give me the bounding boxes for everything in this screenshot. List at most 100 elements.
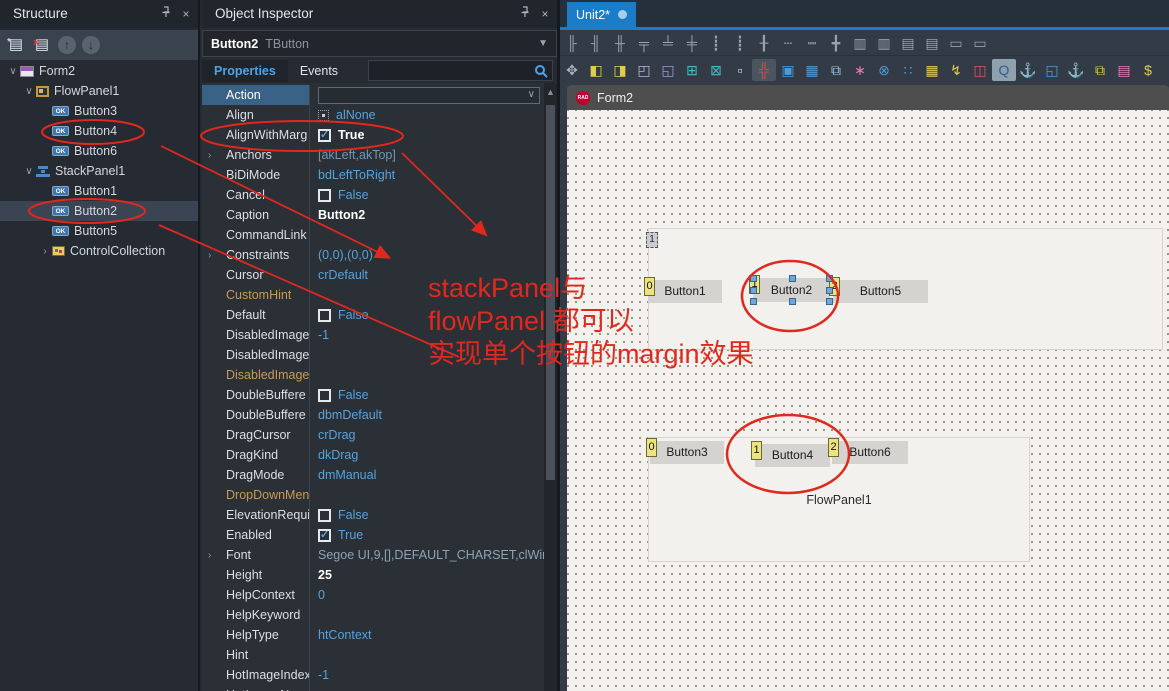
selection-handle[interactable] xyxy=(789,298,796,305)
property-row-doublebuffere[interactable]: DoubleBuffereFalse xyxy=(202,385,544,405)
property-name-cell[interactable]: BiDiMode xyxy=(202,165,310,185)
property-name-cell[interactable]: HotImageIndex xyxy=(202,665,310,685)
property-value-cell[interactable]: alNone xyxy=(310,105,544,125)
property-value-cell[interactable]: (0,0),(0,0) xyxy=(310,245,544,265)
property-name-cell[interactable]: Hint xyxy=(202,645,310,665)
property-row-elevationrequi[interactable]: ElevationRequiFalse xyxy=(202,505,544,525)
property-row-caption[interactable]: CaptionButton2 xyxy=(202,205,544,225)
guidelines-icon[interactable]: ∷ xyxy=(896,59,920,81)
inspector-scrollbar[interactable]: ▲ xyxy=(544,83,557,691)
quick-anchor-icon[interactable]: Q xyxy=(992,59,1016,81)
instance-selector[interactable]: Button2 TButton ▼ xyxy=(202,30,557,57)
property-value-cell[interactable]: Segoe UI,9,[],DEFAULT_CHARSET,clWindow xyxy=(310,545,544,565)
property-row-dragcursor[interactable]: DragCursorcrDrag xyxy=(202,425,544,445)
sidebar-item-controlcollection[interactable]: ›ControlCollection xyxy=(0,241,198,261)
make-same-width-icon[interactable]: ▥ xyxy=(848,32,872,54)
property-name-cell[interactable]: DragKind xyxy=(202,445,310,465)
sidebar-item-button1[interactable]: OKButton1 xyxy=(0,181,198,201)
sidebar-item-button4[interactable]: OKButton4 xyxy=(0,121,198,141)
property-name-cell[interactable]: DropDownMen xyxy=(202,485,310,505)
property-row-helpcontext[interactable]: HelpContext0 xyxy=(202,585,544,605)
flower-icon[interactable]: ∗ xyxy=(848,59,872,81)
checkbox-unchecked[interactable] xyxy=(318,189,331,202)
property-name-cell[interactable]: Align xyxy=(202,105,310,125)
property-row-align[interactable]: AlignalNone xyxy=(202,105,544,125)
property-row-hint[interactable]: Hint xyxy=(202,645,544,665)
add-item-button[interactable]: ▤* xyxy=(6,35,26,55)
property-row-font[interactable]: ›FontSegoe UI,9,[],DEFAULT_CHARSET,clWin… xyxy=(202,545,544,565)
grid-options-icon[interactable]: ▦ xyxy=(920,59,944,81)
make-same-height-alt-icon[interactable]: ▤ xyxy=(920,32,944,54)
align-horizontal-centers-icon[interactable]: ╪ xyxy=(680,32,704,54)
property-value-cell[interactable]: 25 xyxy=(310,565,544,585)
property-value-cell[interactable]: dmManual xyxy=(310,465,544,485)
property-row-dropdownmen[interactable]: DropDownMen xyxy=(202,485,544,505)
property-value-cell[interactable] xyxy=(310,645,544,665)
tile-horizontal-icon[interactable]: ◧ xyxy=(584,59,608,81)
pin-icon[interactable] xyxy=(519,0,531,28)
sidebar-item-button3[interactable]: OKButton3 xyxy=(0,101,198,121)
sidebar-item-form2[interactable]: ∨Form2 xyxy=(0,61,198,81)
checkbox-unchecked[interactable] xyxy=(318,309,331,322)
align-to-grid-icon[interactable]: ⊠ xyxy=(704,59,728,81)
search-input[interactable] xyxy=(368,60,553,81)
space-equally-vertical-alt-icon[interactable]: ┋ xyxy=(728,32,752,54)
property-row-cursor[interactable]: CursorcrDefault xyxy=(202,265,544,285)
tree-expand-icon[interactable]: › xyxy=(38,246,52,257)
selection-handle[interactable] xyxy=(750,287,757,294)
property-name-cell[interactable]: Enabled xyxy=(202,525,310,545)
palette-icon[interactable]: ▤ xyxy=(1112,59,1136,81)
property-value-cell[interactable]: False xyxy=(310,385,544,405)
property-value-cell[interactable]: False xyxy=(310,185,544,205)
property-row-customhint[interactable]: CustomHint xyxy=(202,285,544,305)
move-up-button[interactable]: ↑ xyxy=(58,36,76,54)
align-tops-icon[interactable]: ╤ xyxy=(632,32,656,54)
checkbox-checked[interactable]: ✓ xyxy=(318,529,331,542)
table-layout-icon[interactable]: ▦ xyxy=(800,59,824,81)
property-name-cell[interactable]: DragCursor xyxy=(202,425,310,445)
property-row-helptype[interactable]: HelpTypehtContext xyxy=(202,625,544,645)
property-name-cell[interactable]: CustomHint xyxy=(202,285,310,305)
property-name-cell[interactable]: ›Font xyxy=(202,545,310,565)
property-value-cell[interactable]: dbmDefault xyxy=(310,405,544,425)
property-row-disabledimage[interactable]: DisabledImage-1 xyxy=(202,325,544,345)
property-name-cell[interactable]: DisabledImage xyxy=(202,345,310,365)
space-equally-horizontal-alt-icon[interactable]: ┉ xyxy=(800,32,824,54)
tree-expand-icon[interactable]: ∨ xyxy=(22,86,36,97)
property-value-cell[interactable]: [akLeft,akTop] xyxy=(310,145,544,165)
window-anchor-icon[interactable]: ◱ xyxy=(1040,59,1064,81)
property-name-cell[interactable]: Height xyxy=(202,565,310,585)
expand-icon[interactable]: › xyxy=(208,250,211,261)
center-vertically-icon[interactable]: ╂ xyxy=(752,32,776,54)
property-row-bidimode[interactable]: BiDiModebdLeftToRight xyxy=(202,165,544,185)
button1-control[interactable]: Button1 xyxy=(648,280,722,303)
button6-control[interactable]: Button6 xyxy=(832,441,908,464)
align-right-edges-icon[interactable]: ╢ xyxy=(584,32,608,54)
chart-icon[interactable]: ◫ xyxy=(968,59,992,81)
property-value-cell[interactable]: ∨ xyxy=(310,85,544,105)
property-row-doublebuffere[interactable]: DoubleBufferedbmDefault xyxy=(202,405,544,425)
tab-modified-dot-icon[interactable] xyxy=(618,10,627,19)
checkbox-unchecked[interactable] xyxy=(318,389,331,402)
sidebar-item-flowpanel1[interactable]: ∨FlowPanel1 xyxy=(0,81,198,101)
form-titlebar[interactable]: RAD Form2 xyxy=(567,85,1169,110)
checkbox-unchecked[interactable] xyxy=(318,509,331,522)
property-name-cell[interactable]: DisabledImage xyxy=(202,325,310,345)
property-name-cell[interactable]: HelpType xyxy=(202,625,310,645)
anchor-circle-icon[interactable]: ⚓ xyxy=(1016,59,1040,81)
tile-vertical-icon[interactable]: ◨ xyxy=(608,59,632,81)
property-value-cell[interactable]: ✓True xyxy=(310,525,544,545)
tab-properties[interactable]: Properties xyxy=(202,60,288,82)
property-value-cell[interactable]: htContext xyxy=(310,625,544,645)
anchor-icon[interactable]: ⚓ xyxy=(1064,59,1088,81)
property-value-cell[interactable]: dkDrag xyxy=(310,445,544,465)
align-vertical-centers-icon[interactable]: ╫ xyxy=(608,32,632,54)
tab-events[interactable]: Events xyxy=(288,60,350,82)
tree-expand-icon[interactable]: ∨ xyxy=(6,66,20,77)
property-name-cell[interactable]: HotImageNam xyxy=(202,685,310,691)
property-name-cell[interactable]: CommandLink xyxy=(202,225,310,245)
move-down-button[interactable]: ↓ xyxy=(82,36,100,54)
property-row-cancel[interactable]: CancelFalse xyxy=(202,185,544,205)
money-icon[interactable]: $ xyxy=(1136,59,1160,81)
tree-expand-icon[interactable]: ∨ xyxy=(22,166,36,177)
